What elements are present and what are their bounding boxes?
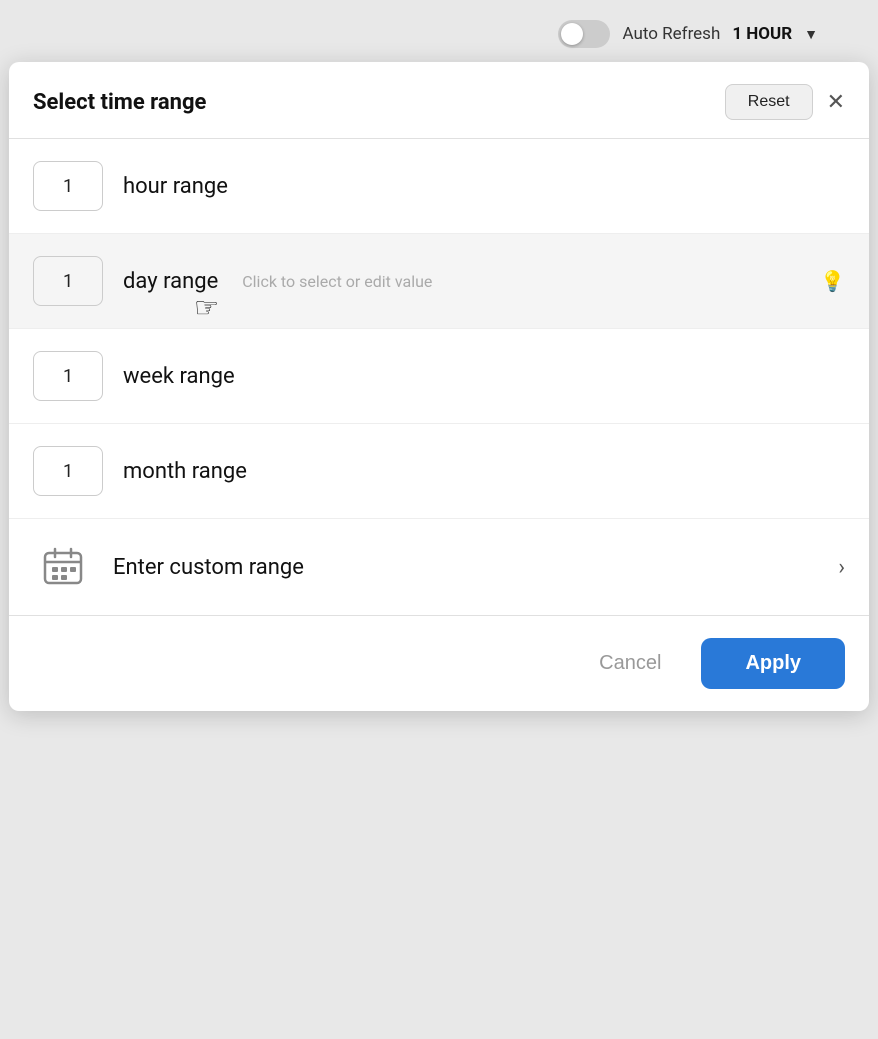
hour-range-value[interactable]: 1 — [33, 161, 103, 211]
hour-range-row[interactable]: 1 hour range — [9, 139, 869, 234]
modal-header-actions: Reset ✕ — [725, 84, 845, 120]
auto-refresh-toggle[interactable] — [558, 20, 610, 48]
custom-range-row[interactable]: Enter custom range › — [9, 519, 869, 615]
month-range-row[interactable]: 1 month range — [9, 424, 869, 519]
modal-header: Select time range Reset ✕ — [9, 62, 869, 139]
week-range-row[interactable]: 1 week range — [9, 329, 869, 424]
chevron-right-icon: › — [838, 555, 845, 580]
auto-refresh-label: Auto Refresh — [622, 24, 720, 44]
reset-button[interactable]: Reset — [725, 84, 813, 120]
modal-footer: Cancel Apply — [9, 615, 869, 711]
week-range-value[interactable]: 1 — [33, 351, 103, 401]
month-range-value[interactable]: 1 — [33, 446, 103, 496]
day-range-value[interactable]: 1 — [33, 256, 103, 306]
apply-button[interactable]: Apply — [701, 638, 845, 689]
cancel-button[interactable]: Cancel — [579, 640, 681, 687]
top-bar: Auto Refresh 1 HOUR ▼ — [558, 20, 878, 62]
custom-range-label: Enter custom range — [113, 555, 304, 580]
lightbulb-icon: 💡 — [820, 269, 845, 293]
week-range-label: week range — [123, 364, 235, 389]
month-range-label: month range — [123, 459, 247, 484]
day-range-label: day range — [123, 269, 218, 294]
close-button[interactable]: ✕ — [827, 91, 845, 113]
cursor-pointer-icon: ☞ — [194, 291, 219, 324]
modal-title: Select time range — [33, 90, 206, 115]
calendar-icon — [33, 541, 93, 593]
day-range-row[interactable]: 1 day range Click to select or edit valu… — [9, 234, 869, 329]
chevron-down-icon[interactable]: ▼ — [804, 26, 818, 43]
hour-range-label: hour range — [123, 174, 228, 199]
time-range-modal: Select time range Reset ✕ 1 hour range 1… — [9, 62, 869, 711]
hour-label: 1 HOUR — [732, 24, 792, 44]
day-range-hint: Click to select or edit value — [242, 272, 432, 291]
modal-body: 1 hour range 1 day range Click to select… — [9, 139, 869, 615]
